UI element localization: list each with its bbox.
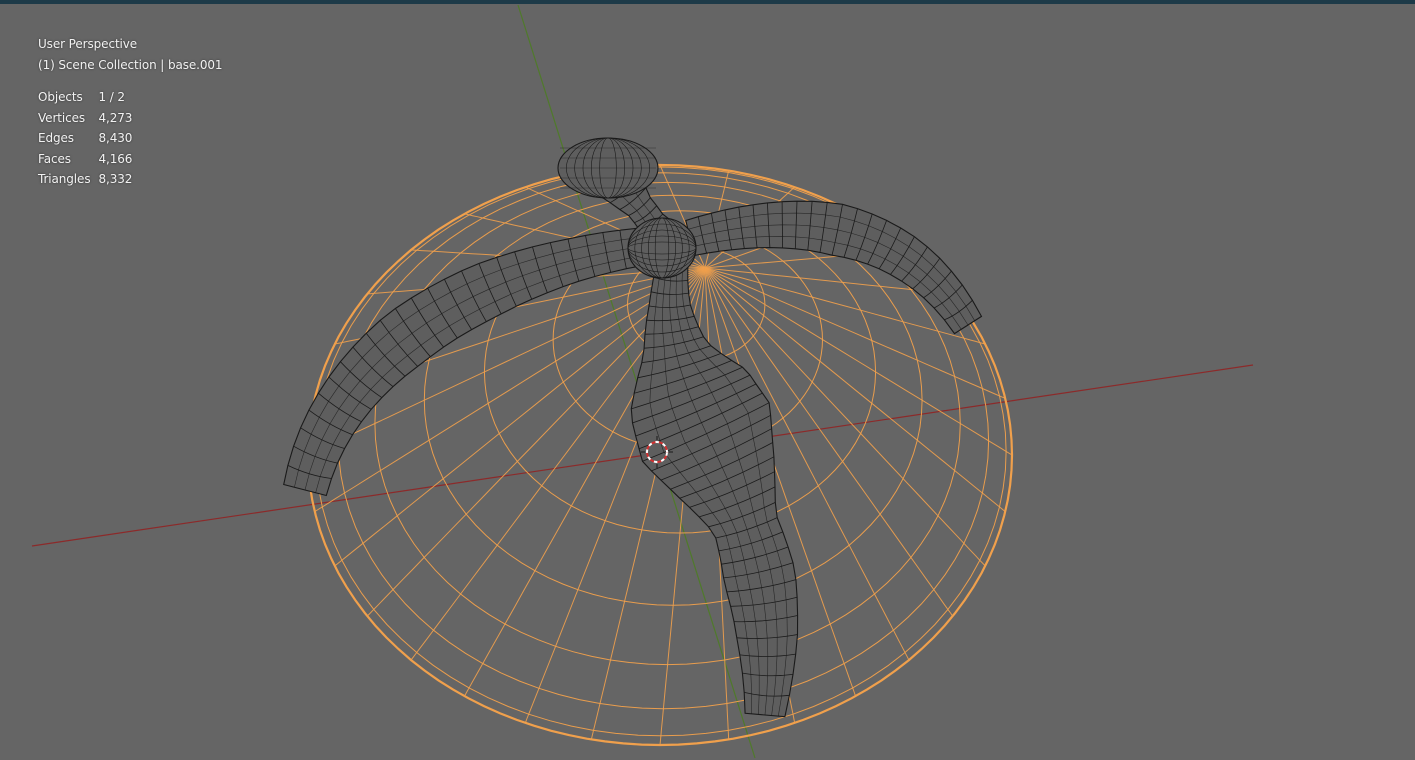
stat-label: Objects [38, 90, 83, 104]
stat-label: Faces [38, 151, 71, 166]
stat-row: Objects 1 / 2 [38, 87, 132, 108]
scene-info: (1) Scene Collection | base.001 [38, 57, 223, 72]
stat-value: 4,166 [98, 151, 133, 166]
stat-value: 1 / 2 [98, 90, 125, 104]
head-bulb [557, 137, 659, 199]
stat-label: Vertices [38, 110, 86, 125]
scene-statistics: Objects 1 / 2 Vertices 4,273 Edges 8,430 Fa… [38, 87, 132, 190]
viewport-info-overlay: User Perspective (1) Scene Collection | … [38, 34, 223, 190]
stat-row: Vertices 4,273 [38, 108, 132, 129]
stat-value: 8,332 [98, 172, 133, 186]
tentacle-mesh[interactable] [283, 137, 983, 718]
stat-row: Triangles 8,332 [38, 169, 132, 190]
stat-row: Faces 4,166 [38, 149, 132, 170]
view-name: User Perspective [38, 37, 138, 51]
stat-label: Triangles [38, 172, 91, 186]
stat-value: 4,273 [98, 110, 133, 125]
stat-row: Edges 8,430 [38, 128, 132, 149]
central-hub [627, 217, 697, 279]
stat-label: Edges [38, 131, 74, 145]
stat-value: 8,430 [98, 131, 133, 145]
